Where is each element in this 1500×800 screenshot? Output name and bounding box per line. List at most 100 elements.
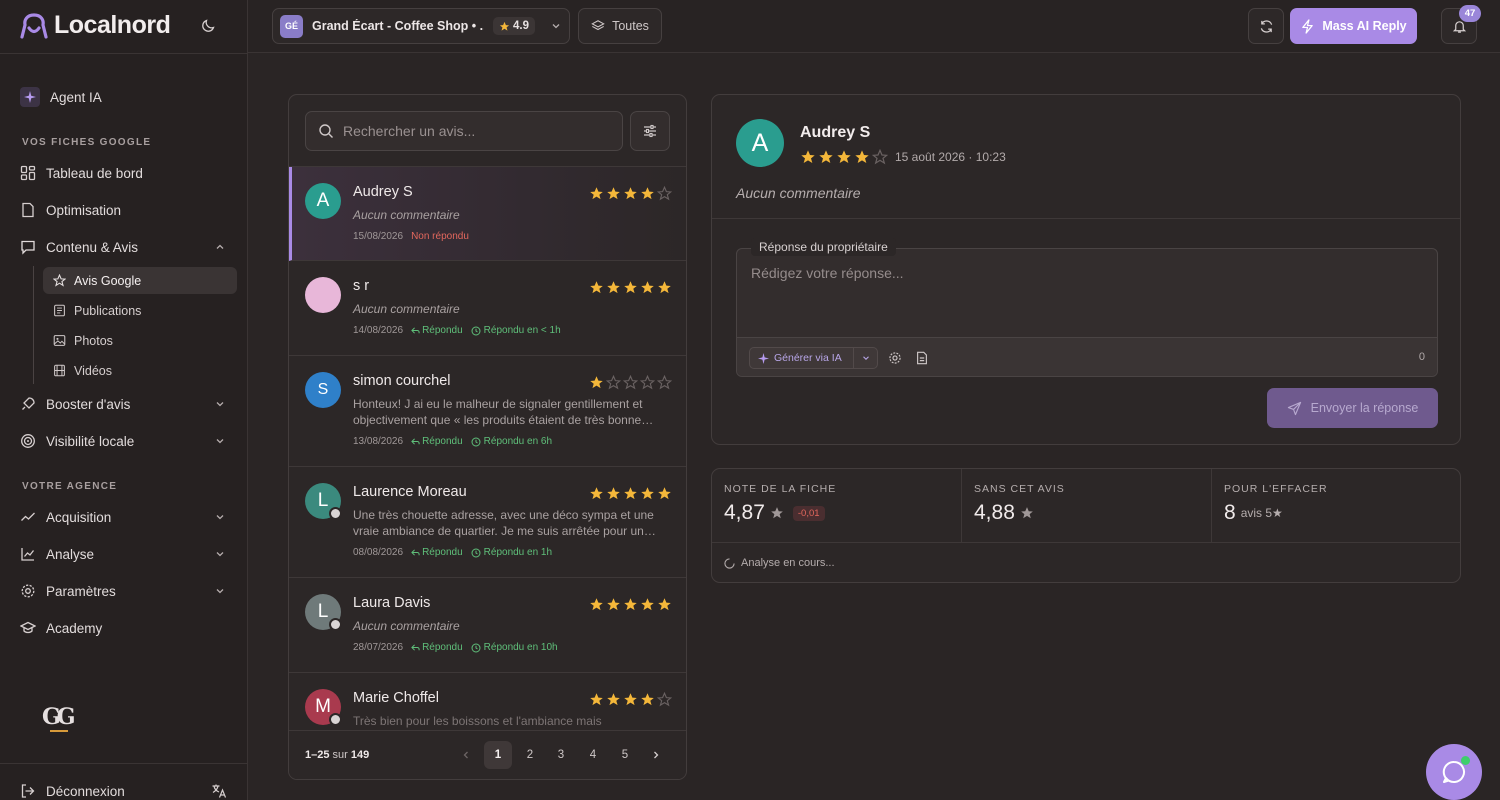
- app-logo[interactable]: Localnord: [20, 11, 171, 40]
- google-badge: [329, 618, 342, 631]
- page-button[interactable]: 3: [547, 741, 575, 769]
- review-list-item[interactable]: S simon courchel Honteux! J ai eu le mal…: [289, 356, 686, 467]
- rating-impact-panel: NOTE DE LA FICHE 4,87 -0,01 SANS CET AVI…: [711, 468, 1461, 583]
- rating-stars: [589, 280, 672, 295]
- status-text: Répondu: [422, 547, 463, 558]
- nav-content-reviews[interactable]: Contenu & Avis: [20, 237, 230, 257]
- nav-analyse[interactable]: Analyse: [20, 544, 230, 564]
- subnav-label: Avis Google: [74, 273, 142, 288]
- status-badge: Répondu: [411, 642, 463, 653]
- reviewer-name: Audrey S: [353, 184, 413, 200]
- filter-label: Toutes: [612, 19, 649, 33]
- search-input[interactable]: Rechercher un avis...: [305, 111, 623, 151]
- reply-icon: [411, 438, 420, 445]
- business-selector[interactable]: GÉ Grand Écart - Coffee Shop • ... 4.9: [272, 8, 570, 44]
- reviewer-avatar: A: [736, 119, 784, 167]
- google-badge: [329, 713, 342, 726]
- reviewer-name: Marie Choffel: [353, 690, 439, 706]
- film-icon: [54, 364, 65, 377]
- star-filled-icon: [590, 376, 603, 389]
- moon-icon[interactable]: [201, 17, 217, 33]
- stat-value: 8 avis 5★: [1224, 501, 1450, 525]
- nav-label: Acquisition: [46, 509, 112, 525]
- star-empty-icon: [640, 375, 655, 390]
- star-filled-icon: [624, 487, 637, 500]
- star-empty-icon: [657, 692, 672, 707]
- page-button[interactable]: 2: [516, 741, 544, 769]
- page-button[interactable]: 4: [579, 741, 607, 769]
- nav-visibility[interactable]: Visibilité locale: [20, 431, 230, 451]
- generate-ai-main[interactable]: Générer via IA: [750, 348, 854, 368]
- spinner-icon: [724, 557, 735, 569]
- nav-parametres[interactable]: Paramètres: [20, 581, 230, 601]
- nav-academy[interactable]: Academy: [20, 618, 230, 638]
- generate-ai-dropdown[interactable]: [854, 353, 877, 363]
- subnav-videos[interactable]: Vidéos: [43, 357, 237, 384]
- stat-value: 4,88: [974, 501, 1199, 525]
- star-filled-icon: [624, 693, 637, 706]
- mass-ai-reply-button[interactable]: Mass AI Reply: [1290, 8, 1417, 44]
- star-empty-icon: [657, 375, 672, 390]
- review-list-item[interactable]: s r Aucun commentaire 14/08/2026 Répondu…: [289, 261, 686, 356]
- refresh-button[interactable]: [1248, 8, 1284, 44]
- translate-icon[interactable]: [211, 783, 227, 799]
- reply-legend: Réponse du propriétaire: [751, 238, 896, 256]
- nav-dashboard[interactable]: Tableau de bord: [20, 163, 230, 183]
- mass-ai-label: Mass AI Reply: [1322, 19, 1407, 33]
- status-badge: Répondu: [411, 436, 463, 447]
- rating-stars: [589, 597, 672, 612]
- page-button[interactable]: 1: [484, 741, 512, 769]
- nav-optimisation[interactable]: Optimisation: [20, 200, 230, 220]
- template-icon[interactable]: [915, 351, 929, 365]
- location-filter-button[interactable]: Toutes: [578, 8, 662, 44]
- stat-without-review: SANS CET AVIS 4,88: [962, 469, 1212, 542]
- business-avatar: GÉ: [280, 14, 303, 38]
- reply-icon: [411, 327, 420, 334]
- filters-button[interactable]: [630, 111, 670, 151]
- response-time-text: Répondu en 6h: [483, 436, 553, 447]
- reviewer-name: simon courchel: [353, 373, 451, 389]
- reviewer-avatar: S: [305, 372, 341, 408]
- notification-count-badge: 47: [1459, 5, 1481, 22]
- subnav-avis-google[interactable]: Avis Google: [43, 267, 237, 294]
- review-list-item[interactable]: A Audrey S Aucun commentaire 15/08/2026 …: [289, 167, 686, 261]
- page-button[interactable]: 5: [611, 741, 639, 769]
- pagination-total: 149: [350, 749, 370, 761]
- rating-stars: [589, 692, 672, 707]
- nav-agent-ia[interactable]: Agent IA: [20, 87, 230, 107]
- logout-button[interactable]: Déconnexion: [20, 781, 230, 800]
- nav-label: Contenu & Avis: [46, 239, 139, 255]
- review-list-item[interactable]: L Laura Davis Aucun commentaire 28/07/20…: [289, 578, 686, 673]
- send-reply-button[interactable]: Envoyer la réponse: [1267, 388, 1438, 428]
- chevron-right-icon: [654, 751, 659, 759]
- message-square-icon: [21, 240, 35, 255]
- response-time-badge: Répondu en < 1h: [471, 325, 561, 336]
- chevron-down-icon: [216, 439, 224, 444]
- pagination-range: 1–25: [305, 749, 330, 761]
- generate-ai-label: Générer via IA: [774, 352, 842, 364]
- gear-icon[interactable]: [888, 351, 902, 365]
- prev-page-button[interactable]: [452, 741, 480, 769]
- review-comment: Aucun commentaire: [736, 185, 861, 201]
- reply-textarea[interactable]: Réponse du propriétaire Rédigez votre ré…: [736, 238, 1438, 377]
- nav-label: Visibilité locale: [46, 433, 135, 449]
- review-list-item[interactable]: L Laurence Moreau Une très chouette adre…: [289, 467, 686, 578]
- nav-booster[interactable]: Booster d'avis: [20, 394, 230, 414]
- subnav-publications[interactable]: Publications: [43, 297, 237, 324]
- star-filled-icon: [641, 281, 654, 294]
- next-page-button[interactable]: [642, 741, 670, 769]
- generate-ai-button[interactable]: Générer via IA: [749, 347, 878, 369]
- sidebar: Localnord Agent IA VOS FICHES GOOGLE Tab…: [0, 0, 248, 800]
- star-filled-icon: [607, 487, 620, 500]
- nav-label: Booster d'avis: [46, 396, 131, 412]
- chevron-up-icon: [216, 244, 224, 249]
- nav-acquisition[interactable]: Acquisition: [20, 507, 230, 527]
- divider: [712, 542, 1460, 543]
- chevron-down-icon: [862, 356, 869, 361]
- review-date: 28/07/2026: [353, 642, 404, 653]
- subnav-photos[interactable]: Photos: [43, 327, 237, 354]
- chat-support-button[interactable]: [1426, 744, 1482, 800]
- star-filled-icon: [590, 281, 603, 294]
- pagination-info: 1–25 sur 149: [305, 749, 369, 761]
- gear-icon: [21, 584, 35, 598]
